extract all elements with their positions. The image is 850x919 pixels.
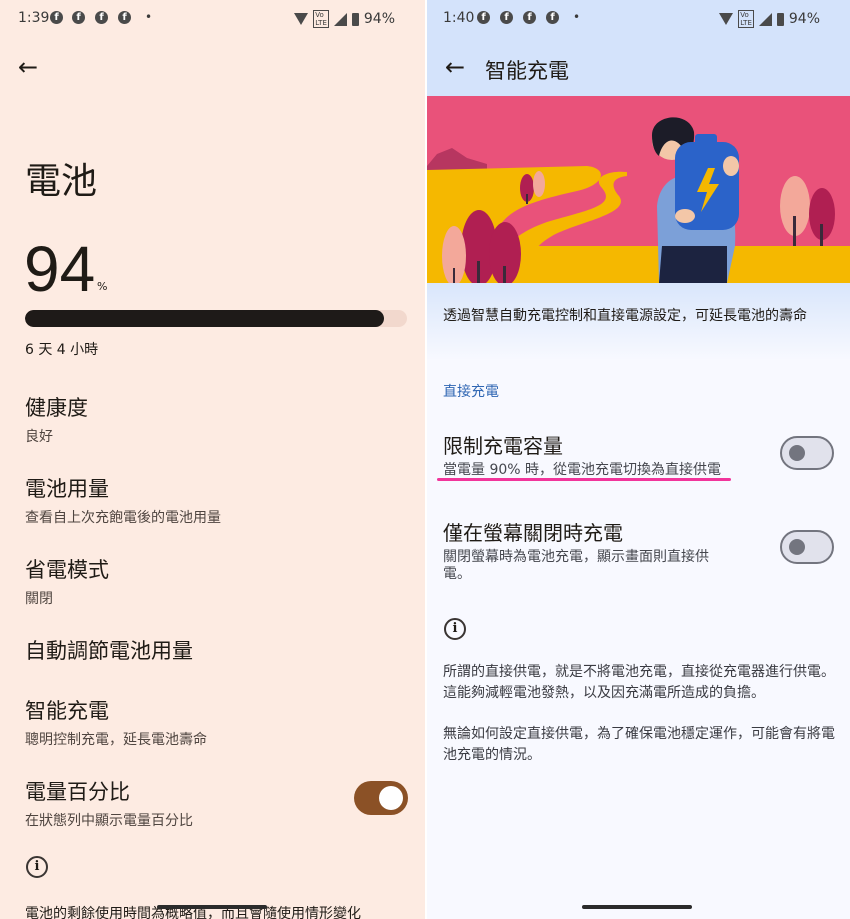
power-saving-item[interactable]: 省電模式 關閉 <box>25 554 109 608</box>
info-icon: i <box>26 856 48 878</box>
battery-status-icon <box>776 12 784 26</box>
health-item[interactable]: 健康度 良好 <box>25 392 88 446</box>
item-title: 自動調節電池用量 <box>25 639 193 663</box>
home-indicator[interactable] <box>157 905 267 909</box>
battery-settings-screen: 1:39 f f f f • Vo LTE 94% ← 電池 94 % 6 天 4… <box>0 0 425 919</box>
battery-percentage: 94 <box>24 233 96 305</box>
highlight-underline <box>437 478 731 481</box>
section-header: 直接充電 <box>443 384 499 400</box>
status-battery-text: 94% <box>363 11 395 27</box>
smart-charging-screen: 1:40 f f f f • Vo LTE 94% ← 智能充電 透過智慧自動充… <box>427 0 850 919</box>
back-arrow-icon[interactable]: ← <box>445 55 465 79</box>
facebook-notification-icon: f <box>72 11 85 24</box>
info-paragraph: 所謂的直接供電，就是不將電池充電，直接從充電器進行供電。 這能夠減輕電池發熱，以… <box>443 664 835 701</box>
battery-level-fill <box>25 310 385 327</box>
item-title: 健康度 <box>25 396 88 420</box>
smart-charging-description: 透過智慧自動充電控制和直接電源設定，可延長電池的壽命 <box>443 308 807 324</box>
item-title: 智能充電 <box>25 699 109 723</box>
item-subtitle: 關閉 <box>25 591 53 607</box>
status-battery-text: 94% <box>788 11 820 27</box>
item-title: 限制充電容量 <box>443 434 563 458</box>
percent-sign: % <box>97 280 108 293</box>
more-notifications-icon: • <box>145 10 153 24</box>
limit-charge-capacity-item[interactable]: 限制充電容量 當電量 90% 時，從電池充電切換為直接供電 <box>443 430 721 479</box>
more-notifications-icon: • <box>573 10 581 24</box>
back-arrow-icon[interactable]: ← <box>18 55 38 79</box>
wifi-icon <box>719 13 734 25</box>
item-title: 電量百分比 <box>25 780 130 804</box>
battery-usage-item[interactable]: 電池用量 查看自上次充飽電後的電池用量 <box>25 473 221 527</box>
item-subtitle: 關閉螢幕時為電池充電，顯示畫面則直接供電。 <box>443 549 709 582</box>
smart-charging-illustration <box>427 96 850 283</box>
info-icon: i <box>444 618 466 640</box>
page-title: 電池 <box>25 161 98 202</box>
facebook-notification-icon: f <box>50 11 63 24</box>
item-subtitle: 聰明控制充電，延長電池壽命 <box>25 732 207 748</box>
home-indicator[interactable] <box>582 905 692 909</box>
page-title: 智能充電 <box>485 59 569 83</box>
toggle-knob <box>789 539 805 555</box>
status-bar: 1:39 f f f f • Vo LTE 94% <box>0 0 425 36</box>
battery-percentage-toggle[interactable] <box>354 781 408 815</box>
battery-status-icon <box>351 12 359 26</box>
item-title: 電池用量 <box>25 477 109 501</box>
facebook-notification-icon: f <box>95 11 108 24</box>
facebook-notification-icon: f <box>477 11 490 24</box>
facebook-notification-icon: f <box>523 11 536 24</box>
toggle-knob <box>379 786 403 810</box>
signal-icon <box>333 12 347 26</box>
charge-when-screen-off-item[interactable]: 僅在螢幕關閉時充電 關閉螢幕時為電池充電，顯示畫面則直接供電。 <box>443 517 733 583</box>
adaptive-battery-item[interactable]: 自動調節電池用量 <box>25 635 193 665</box>
wifi-icon <box>294 13 309 25</box>
item-subtitle: 查看自上次充飽電後的電池用量 <box>25 510 221 526</box>
remaining-time: 6 天 4 小時 <box>25 342 99 358</box>
battery-level-bar <box>25 310 407 327</box>
facebook-notification-icon: f <box>546 11 559 24</box>
item-subtitle: 在狀態列中顯示電量百分比 <box>25 813 193 829</box>
item-subtitle: 良好 <box>25 429 53 445</box>
signal-icon <box>758 12 772 26</box>
item-subtitle: 當電量 90% 時，從電池充電切換為直接供電 <box>443 462 722 478</box>
smart-charging-item[interactable]: 智能充電 聰明控制充電，延長電池壽命 <box>25 695 207 749</box>
toggle-knob <box>789 445 805 461</box>
volte-icon: Vo LTE <box>738 10 754 28</box>
status-bar: 1:40 f f f f • Vo LTE 94% <box>427 0 850 36</box>
status-time: 1:40 <box>443 10 475 26</box>
limit-charge-capacity-toggle[interactable] <box>780 436 834 470</box>
item-title: 僅在螢幕關閉時充電 <box>443 521 623 545</box>
battery-percentage-item[interactable]: 電量百分比 在狀態列中顯示電量百分比 <box>25 776 193 830</box>
facebook-notification-icon: f <box>118 11 131 24</box>
item-title: 省電模式 <box>25 558 109 582</box>
info-paragraph: 無論如何設定直接供電，為了確保電池穩定運作，可能會有將電池充電的情況。 <box>443 726 835 763</box>
charge-when-screen-off-toggle[interactable] <box>780 530 834 564</box>
facebook-notification-icon: f <box>500 11 513 24</box>
status-time: 1:39 <box>18 10 50 26</box>
volte-icon: Vo LTE <box>313 10 329 28</box>
